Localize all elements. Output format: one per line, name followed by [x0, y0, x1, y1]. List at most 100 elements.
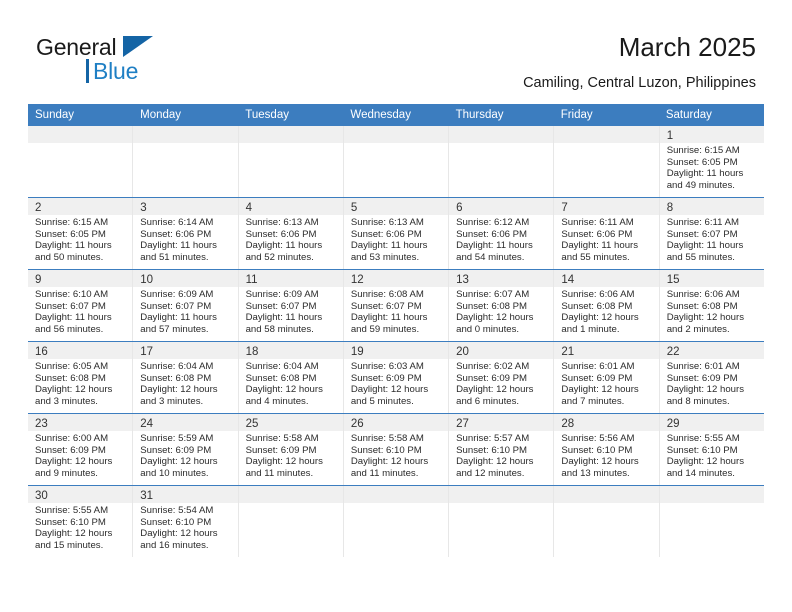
sunset-text: Sunset: 6:09 PM — [666, 372, 738, 384]
calendar-day-cell[interactable]: 17 Sunrise: 6:04 AM Sunset: 6:08 PM Dayligh… — [133, 342, 239, 413]
calendar-week-row: 1 Sunrise: 6:15 AM Sunset: 6:05 PM Daylight… — [28, 126, 764, 197]
calendar-day-cell[interactable]: 29 Sunrise: 5:55 AM Sunset: 6:10 PM Dayligh… — [659, 414, 764, 485]
day-sun-info: Sunrise: 6:14 AM Sunset: 6:06 PM Daylight:… — [133, 215, 237, 267]
calendar-day-cell[interactable]: 20 Sunrise: 6:02 AM Sunset: 6:09 PM Dayligh… — [449, 342, 555, 413]
calendar-week-row: 23 Sunrise: 6:00 AM Sunset: 6:09 PM Dayligh… — [28, 413, 764, 485]
day-number-band: 7 — [554, 198, 659, 215]
calendar-day-cell[interactable]: 2 Sunrise: 6:15 AM Sunset: 6:05 PM Daylight… — [28, 198, 134, 269]
day-number: 13 — [456, 274, 469, 286]
sunset-text: Sunset: 6:09 PM — [456, 372, 528, 384]
day-number-band — [238, 126, 343, 143]
calendar-weeks: 1 Sunrise: 6:15 AM Sunset: 6:05 PM Daylight… — [28, 126, 764, 557]
day-number-band: 19 — [343, 342, 449, 359]
sunset-text: Sunset: 6:05 PM — [666, 156, 738, 168]
sunrise-text: Sunrise: 6:12 AM — [456, 217, 530, 228]
calendar-day-cell[interactable]: 7 Sunrise: 6:11 AM Sunset: 6:06 PM Daylight… — [554, 198, 660, 269]
day-number-band — [449, 486, 554, 503]
sunrise-text: Sunrise: 6:05 AM — [35, 361, 109, 372]
day-number: 8 — [666, 202, 674, 214]
calendar-week-row: 2 Sunrise: 6:15 AM Sunset: 6:05 PM Daylight… — [28, 197, 764, 269]
sunrise-text: Sunrise: 6:06 AM — [666, 289, 740, 300]
daylight-text: Daylight: 12 hours and 6 minutes. — [456, 384, 534, 407]
calendar-day-cell[interactable]: 26 Sunrise: 5:58 AM Sunset: 6:10 PM Dayligh… — [343, 414, 450, 485]
day-number-band: 12 — [343, 270, 449, 287]
day-number: 22 — [666, 346, 680, 358]
day-sun-info: Sunrise: 6:03 AM Sunset: 6:09 PM Daylight:… — [344, 359, 448, 411]
day-sun-info: Sunrise: 5:58 AM Sunset: 6:09 PM Daylight:… — [239, 431, 343, 483]
weekday-header-row: Sunday Monday Tuesday Wednesday Thursday… — [28, 104, 764, 126]
calendar-day-cell[interactable]: 4 Sunrise: 6:13 AM Sunset: 6:06 PM Daylight… — [238, 198, 344, 269]
sunset-text: Sunset: 6:07 PM — [35, 300, 106, 312]
sunrise-text: Sunrise: 6:11 AM — [666, 217, 740, 228]
calendar-day-cell[interactable]: 6 Sunrise: 6:12 AM Sunset: 6:06 PM Daylight… — [449, 198, 555, 269]
sunrise-text: Sunrise: 6:13 AM — [245, 217, 319, 228]
calendar-day-cell[interactable]: 12 Sunrise: 6:08 AM Sunset: 6:07 PM Dayligh… — [343, 270, 450, 341]
sunset-text: Sunset: 6:08 PM — [140, 372, 212, 384]
daylight-text: Daylight: 11 hours and 51 minutes. — [140, 240, 217, 263]
day-number: 20 — [456, 346, 469, 358]
daylight-text: Daylight: 12 hours and 16 minutes. — [140, 528, 218, 551]
calendar-day-cell[interactable]: 1 Sunrise: 6:15 AM Sunset: 6:05 PM Daylight… — [659, 126, 764, 197]
day-sun-info: Sunrise: 6:10 AM Sunset: 6:07 PM Daylight:… — [28, 287, 132, 339]
sunset-text: Sunset: 6:10 PM — [35, 516, 106, 528]
day-number: 19 — [350, 346, 364, 358]
day-number-band — [554, 486, 659, 503]
day-sun-info: Sunrise: 6:08 AM Sunset: 6:07 PM Daylight:… — [344, 287, 448, 339]
day-number: 11 — [245, 274, 258, 286]
sunset-text: Sunset: 6:08 PM — [666, 300, 738, 312]
sunset-text: Sunset: 6:06 PM — [140, 228, 212, 240]
day-sun-info: Sunrise: 6:04 AM Sunset: 6:08 PM Daylight:… — [133, 359, 237, 411]
sunrise-text: Sunrise: 6:04 AM — [245, 361, 319, 372]
day-number-band: 31 — [133, 486, 238, 503]
day-number: 18 — [245, 346, 259, 358]
calendar-day-cell[interactable]: 10 Sunrise: 6:09 AM Sunset: 6:07 PM Dayligh… — [133, 270, 239, 341]
calendar-day-cell-empty — [659, 486, 764, 557]
sunrise-text: Sunrise: 6:01 AM — [561, 361, 635, 372]
general-blue-logo[interactable]: General Blue — [36, 34, 216, 90]
calendar-day-cell[interactable]: 30 Sunrise: 5:55 AM Sunset: 6:10 PM Dayligh… — [28, 486, 134, 557]
day-number: 25 — [245, 418, 259, 430]
calendar-day-cell[interactable]: 19 Sunrise: 6:03 AM Sunset: 6:09 PM Dayligh… — [343, 342, 450, 413]
sunset-text: Sunset: 6:09 PM — [561, 372, 633, 384]
day-number-band: 13 — [449, 270, 554, 287]
calendar-day-cell[interactable]: 18 Sunrise: 6:04 AM Sunset: 6:08 PM Dayligh… — [238, 342, 344, 413]
daylight-text: Daylight: 12 hours and 8 minutes. — [666, 384, 745, 407]
daylight-text: Daylight: 12 hours and 1 minute. — [561, 312, 639, 335]
calendar-day-cell[interactable]: 15 Sunrise: 6:06 AM Sunset: 6:08 PM Dayligh… — [659, 270, 764, 341]
calendar-day-cell[interactable]: 31 Sunrise: 5:54 AM Sunset: 6:10 PM Dayligh… — [133, 486, 239, 557]
calendar-day-cell[interactable]: 13 Sunrise: 6:07 AM Sunset: 6:08 PM Dayligh… — [449, 270, 555, 341]
calendar-day-cell[interactable]: 8 Sunrise: 6:11 AM Sunset: 6:07 PM Daylight… — [659, 198, 764, 269]
daylight-text: Daylight: 12 hours and 13 minutes. — [561, 456, 639, 479]
sunrise-text: Sunrise: 6:03 AM — [350, 361, 424, 372]
sunset-text: Sunset: 6:07 PM — [245, 300, 317, 312]
calendar-day-cell-empty — [343, 486, 450, 557]
sunset-text: Sunset: 6:08 PM — [456, 300, 528, 312]
logo-text-general: General — [36, 34, 117, 60]
day-number-band: 24 — [133, 414, 238, 431]
day-number-band: 1 — [659, 126, 764, 143]
calendar-day-cell[interactable]: 28 Sunrise: 5:56 AM Sunset: 6:10 PM Dayligh… — [554, 414, 660, 485]
sunrise-text: Sunrise: 6:07 AM — [456, 289, 530, 300]
calendar-week-row: 30 Sunrise: 5:55 AM Sunset: 6:10 PM Dayligh… — [28, 485, 764, 557]
calendar-day-cell[interactable]: 27 Sunrise: 5:57 AM Sunset: 6:10 PM Dayligh… — [449, 414, 555, 485]
daylight-text: Daylight: 11 hours and 58 minutes. — [245, 312, 323, 335]
calendar-day-cell[interactable]: 11 Sunrise: 6:09 AM Sunset: 6:07 PM Dayligh… — [238, 270, 344, 341]
calendar-day-cell[interactable]: 16 Sunrise: 6:05 AM Sunset: 6:08 PM Dayligh… — [28, 342, 134, 413]
sunrise-text: Sunrise: 6:10 AM — [35, 289, 109, 300]
day-number: 3 — [140, 202, 147, 214]
calendar-day-cell[interactable]: 22 Sunrise: 6:01 AM Sunset: 6:09 PM Dayligh… — [659, 342, 764, 413]
day-sun-info: Sunrise: 6:00 AM Sunset: 6:09 PM Daylight:… — [28, 431, 132, 483]
day-number: 2 — [35, 202, 42, 214]
calendar-day-cell[interactable]: 5 Sunrise: 6:13 AM Sunset: 6:06 PM Daylight… — [343, 198, 450, 269]
calendar-day-cell[interactable]: 9 Sunrise: 6:10 AM Sunset: 6:07 PM Daylight… — [28, 270, 134, 341]
calendar-day-cell[interactable]: 3 Sunrise: 6:14 AM Sunset: 6:06 PM Daylight… — [133, 198, 239, 269]
calendar-day-cell[interactable]: 23 Sunrise: 6:00 AM Sunset: 6:09 PM Dayligh… — [28, 414, 134, 485]
calendar-day-cell[interactable]: 14 Sunrise: 6:06 AM Sunset: 6:08 PM Dayligh… — [554, 270, 660, 341]
day-sun-info: Sunrise: 6:02 AM Sunset: 6:09 PM Daylight:… — [449, 359, 553, 411]
daylight-text: Daylight: 12 hours and 11 minutes. — [350, 456, 429, 479]
calendar-day-cell[interactable]: 24 Sunrise: 5:59 AM Sunset: 6:09 PM Dayligh… — [133, 414, 239, 485]
day-sun-info: Sunrise: 6:06 AM Sunset: 6:08 PM Daylight:… — [660, 287, 764, 339]
calendar-day-cell[interactable]: 25 Sunrise: 5:58 AM Sunset: 6:09 PM Dayligh… — [238, 414, 344, 485]
weekday-saturday: Saturday — [665, 109, 712, 121]
calendar-day-cell[interactable]: 21 Sunrise: 6:01 AM Sunset: 6:09 PM Dayligh… — [554, 342, 660, 413]
